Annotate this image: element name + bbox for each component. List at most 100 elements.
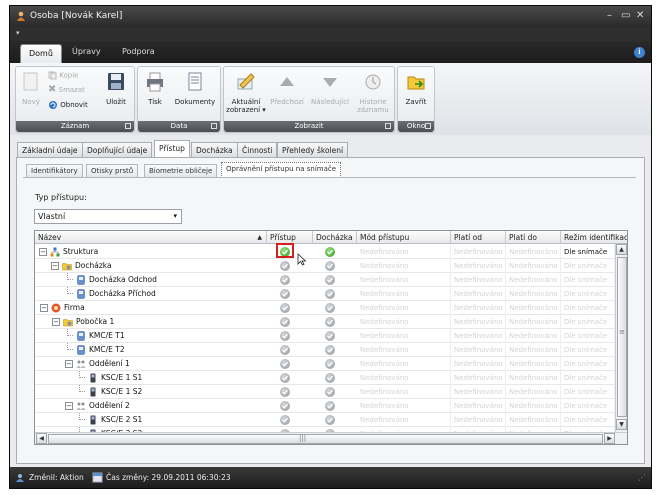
vertical-scroll-thumb[interactable]: ≡	[617, 257, 627, 417]
tab-pristup[interactable]: Přístup	[154, 140, 190, 157]
identification-regime-cell[interactable]: Dle snímače	[561, 413, 615, 427]
identification-regime-cell[interactable]: Dle snímače	[561, 399, 615, 413]
table-row[interactable]: Docházka Příchod Nedefinováno Nedefinováno…	[35, 287, 615, 301]
dialog-launcher-icon[interactable]	[211, 123, 217, 129]
tab-identifikatory[interactable]: Identifikátory	[26, 164, 83, 178]
valid-to-cell[interactable]: Nedefinováno	[506, 343, 561, 357]
attendance-check-icon[interactable]	[325, 247, 335, 257]
attendance-check-icon[interactable]	[325, 415, 335, 425]
quick-access-dropdown[interactable]: ▾	[16, 29, 20, 37]
close-button[interactable]: ✕	[636, 10, 644, 21]
table-row[interactable]: KSC/E 1 S1 Nedefinováno Nedefinováno Nedefi…	[35, 371, 615, 385]
tab-dochazka[interactable]: Docházka	[191, 142, 238, 157]
tree-collapse-icon[interactable]: −	[65, 360, 73, 368]
attendance-check-icon[interactable]	[325, 275, 335, 285]
access-check-icon[interactable]	[280, 345, 290, 355]
tree-collapse-icon[interactable]: −	[39, 248, 47, 256]
resize-grip-icon[interactable]: ⋰	[638, 473, 646, 482]
scroll-right-icon[interactable]: ▶	[604, 433, 615, 444]
valid-from-cell[interactable]: Nedefinováno	[451, 413, 506, 427]
access-check-icon[interactable]	[280, 415, 290, 425]
dialog-launcher-icon[interactable]	[385, 123, 391, 129]
tab-podpora[interactable]: Podpora	[122, 47, 155, 56]
access-check-icon[interactable]	[280, 401, 290, 411]
table-row[interactable]: − Firma Nedefinováno Nedefinováno Nedefinová…	[35, 301, 615, 315]
valid-from-cell[interactable]: Nedefinováno	[451, 315, 506, 329]
tab-biometrie-obliceje[interactable]: Biometrie obličeje	[144, 164, 218, 178]
column-rezim-identifikace[interactable]: Režim identifikace	[561, 231, 627, 244]
access-check-icon[interactable]	[280, 387, 290, 397]
table-row[interactable]: − Docházka Nedefinováno Nedefinováno Nedefin…	[35, 259, 615, 273]
tab-zakladni-udaje[interactable]: Základní údaje	[17, 142, 83, 157]
tab-domu[interactable]: Domů	[20, 44, 62, 64]
valid-to-cell[interactable]: Nedefinováno	[506, 301, 561, 315]
access-mode-cell[interactable]: Nedefinováno	[357, 357, 451, 371]
refresh-button[interactable]: Obnovit	[48, 100, 88, 110]
attendance-check-icon[interactable]	[325, 345, 335, 355]
table-row[interactable]: − Struktura Nedefinováno Nedefinováno Nedefi…	[35, 245, 615, 259]
identification-regime-cell[interactable]: Dle snímače	[561, 329, 615, 343]
tree-collapse-icon[interactable]: −	[52, 318, 60, 326]
table-row[interactable]: − Oddělení 1 Nedefinováno Nedefinováno Nedef…	[35, 357, 615, 371]
valid-from-cell[interactable]: Nedefinováno	[451, 357, 506, 371]
access-check-icon[interactable]	[280, 359, 290, 369]
valid-from-cell[interactable]: Nedefinováno	[451, 343, 506, 357]
access-mode-cell[interactable]: Nedefinováno	[357, 287, 451, 301]
access-mode-cell[interactable]: Nedefinováno	[357, 385, 451, 399]
minimize-button[interactable]: –	[607, 10, 612, 21]
access-mode-cell[interactable]: Nedefinováno	[357, 315, 451, 329]
tab-cinnosti[interactable]: Činnosti	[237, 142, 278, 157]
dialog-launcher-icon[interactable]	[125, 123, 131, 129]
identification-regime-cell[interactable]: Dle snímače	[561, 287, 615, 301]
new-button[interactable]: Nový	[20, 71, 42, 106]
access-mode-cell[interactable]: Nedefinováno	[357, 273, 451, 287]
close-window-button[interactable]: Zavřít	[401, 71, 431, 106]
valid-to-cell[interactable]: Nedefinováno	[506, 357, 561, 371]
table-row[interactable]: KSC/E 2 S1 Nedefinováno Nedefinováno Nedefi…	[35, 413, 615, 427]
valid-to-cell[interactable]: Nedefinováno	[506, 399, 561, 413]
valid-to-cell[interactable]: Nedefinováno	[506, 329, 561, 343]
current-view-button[interactable]: Aktuální zobrazení ▾	[226, 71, 266, 114]
access-check-icon[interactable]	[280, 289, 290, 299]
attendance-check-icon[interactable]	[325, 401, 335, 411]
valid-from-cell[interactable]: Nedefinováno	[451, 385, 506, 399]
access-mode-cell[interactable]: Nedefinováno	[357, 343, 451, 357]
attendance-check-icon[interactable]	[325, 289, 335, 299]
print-button[interactable]: Tisk	[142, 71, 168, 106]
column-mod-pristupu[interactable]: Mód přístupu	[357, 231, 451, 244]
access-mode-cell[interactable]: Nedefinováno	[357, 329, 451, 343]
scroll-left-icon[interactable]: ◀	[36, 433, 47, 444]
save-button[interactable]: Uložit	[103, 71, 129, 106]
vertical-scrollbar[interactable]: ▲ ≡ ▼	[615, 244, 627, 432]
horizontal-scrollbar[interactable]: ◀ ||| ▶	[35, 432, 627, 444]
column-plati-od[interactable]: Platí od	[451, 231, 506, 244]
tree-collapse-icon[interactable]: −	[51, 262, 59, 270]
access-check-icon[interactable]	[280, 317, 290, 327]
access-type-select[interactable]: Vlastní ▾	[34, 209, 182, 224]
identification-regime-cell[interactable]: Dle snímače	[561, 385, 615, 399]
tree-collapse-icon[interactable]: −	[65, 402, 73, 410]
attendance-check-icon[interactable]	[325, 261, 335, 271]
attendance-check-icon[interactable]	[325, 331, 335, 341]
access-mode-cell[interactable]: Nedefinováno	[357, 259, 451, 273]
valid-to-cell[interactable]: Nedefinováno	[506, 413, 561, 427]
valid-from-cell[interactable]: Nedefinováno	[451, 259, 506, 273]
access-check-icon[interactable]	[280, 373, 290, 383]
attendance-check-icon[interactable]	[325, 387, 335, 397]
access-check-icon[interactable]	[280, 331, 290, 341]
access-mode-cell[interactable]: Nedefinováno	[357, 245, 451, 259]
valid-to-cell[interactable]: Nedefinováno	[506, 371, 561, 385]
identification-regime-cell[interactable]: Dle snímače	[561, 259, 615, 273]
valid-from-cell[interactable]: Nedefinováno	[451, 287, 506, 301]
access-mode-cell[interactable]: Nedefinováno	[357, 413, 451, 427]
table-row[interactable]: KMC/E T1 Nedefinováno Nedefinováno Nedefino…	[35, 329, 615, 343]
table-row[interactable]: − Pobočka 1 Nedefinováno Nedefinováno Nedefi…	[35, 315, 615, 329]
valid-from-cell[interactable]: Nedefinováno	[451, 273, 506, 287]
tab-upravy[interactable]: Úpravy	[72, 47, 101, 56]
identification-regime-cell[interactable]: Dle snímače	[561, 315, 615, 329]
valid-to-cell[interactable]: Nedefinováno	[506, 245, 561, 259]
access-check-icon[interactable]	[280, 261, 290, 271]
attendance-check-icon[interactable]	[325, 373, 335, 383]
valid-to-cell[interactable]: Nedefinováno	[506, 287, 561, 301]
identification-regime-cell[interactable]: Dle snímače	[561, 343, 615, 357]
